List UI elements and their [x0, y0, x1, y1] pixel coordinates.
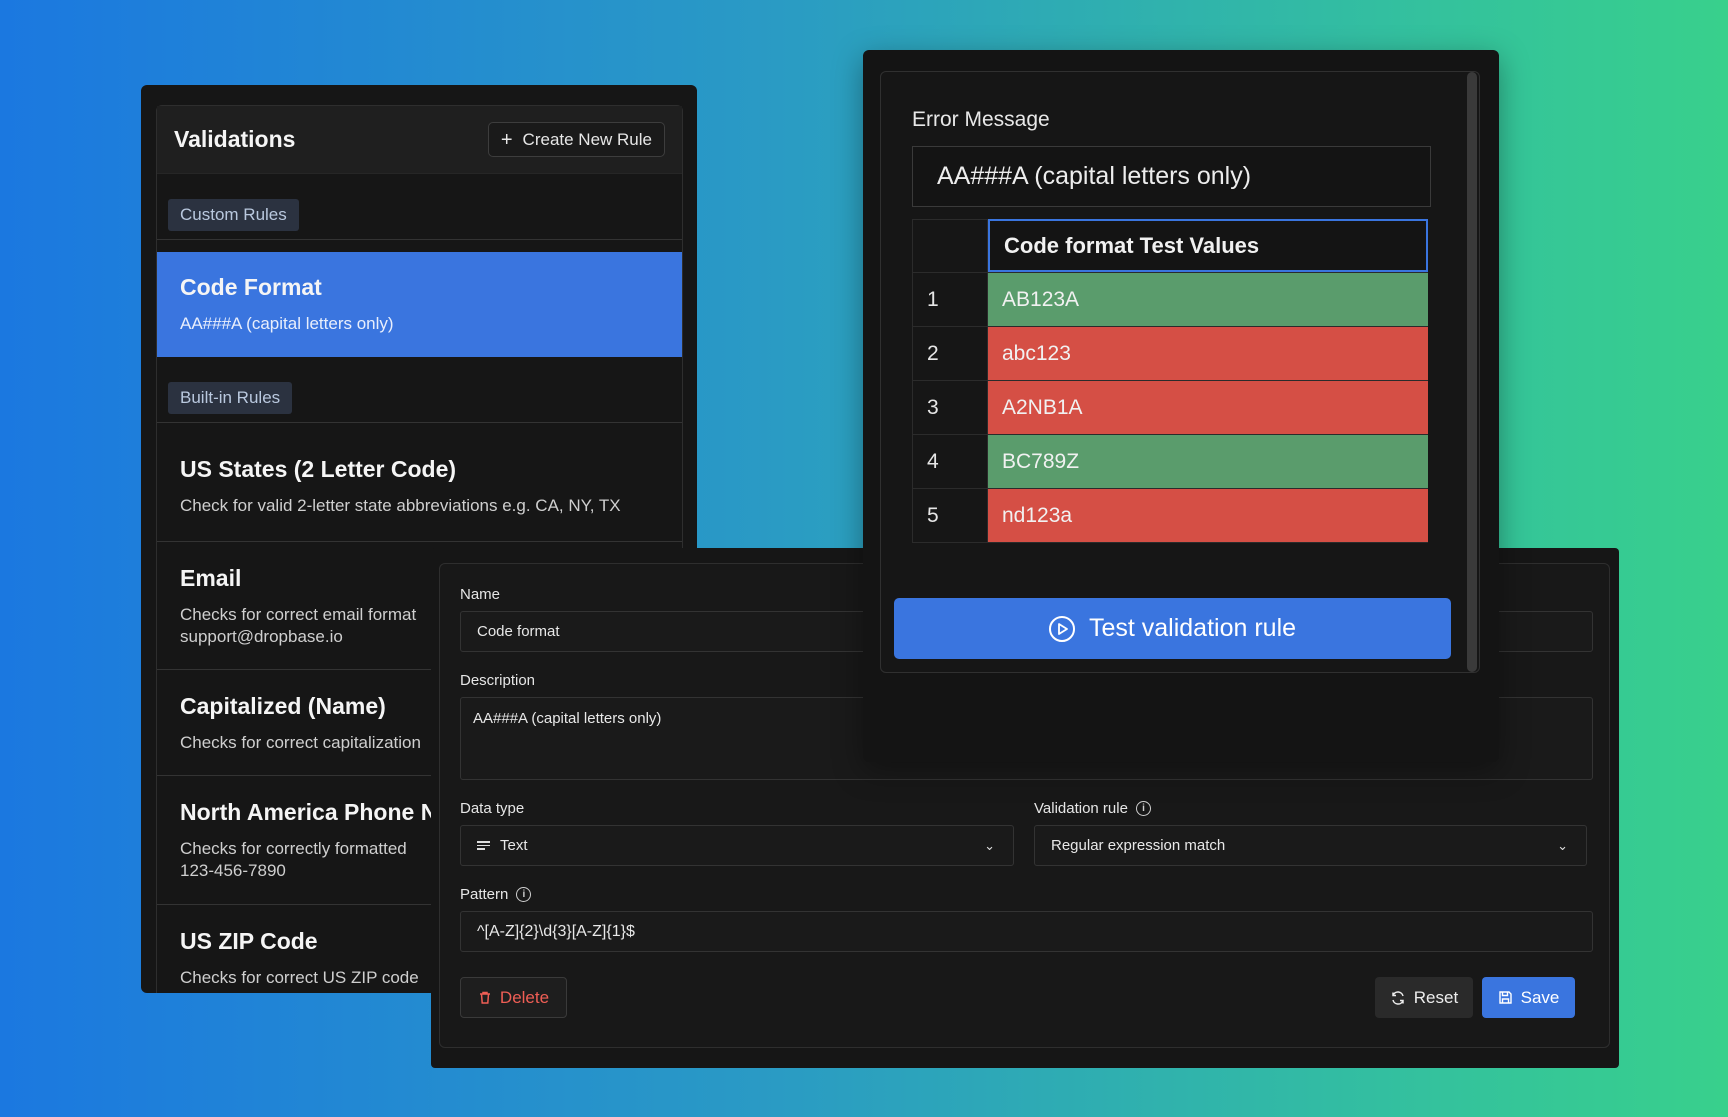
create-new-rule-button[interactable]: + Create New Rule	[487, 122, 665, 157]
test-value-cell[interactable]: BC789Z	[988, 435, 1428, 488]
custom-rules-section: Custom Rules	[157, 174, 682, 240]
validation-rule-label: Validation rule i	[1034, 800, 1151, 817]
row-index: 4	[912, 435, 988, 488]
row-index: 1	[912, 273, 988, 326]
play-icon	[1048, 615, 1075, 642]
pattern-label: Pattern i	[460, 886, 532, 903]
table-row: 3 A2NB1A	[912, 381, 1428, 435]
builtin-rules-section: Built-in Rules	[157, 357, 682, 423]
name-label-text: Name	[460, 586, 501, 603]
plus-icon: +	[500, 128, 513, 151]
validation-rule-select[interactable]: Regular expression match ⌄	[1034, 825, 1587, 866]
description-label: Description	[460, 672, 535, 689]
save-icon	[1498, 991, 1512, 1004]
reset-button[interactable]: Reset	[1375, 977, 1473, 1018]
test-panel: Error Message AA###A (capital letters on…	[863, 50, 1499, 762]
delete-label: Delete	[499, 987, 550, 1007]
pattern-input[interactable]: ^[A-Z]{2}\d{3}[A-Z]{1}$	[460, 911, 1593, 952]
table-row: 2 abc123	[912, 327, 1428, 381]
delete-button[interactable]: Delete	[460, 977, 567, 1018]
rule-name: Code Format	[180, 274, 322, 300]
error-message-value: AA###A (capital letters only)	[937, 162, 1252, 190]
description-label-text: Description	[460, 672, 536, 689]
test-value-cell[interactable]: abc123	[988, 327, 1428, 380]
rule-description: AA###A (capital letters only)	[180, 314, 394, 333]
data-type-label: Data type	[460, 800, 524, 817]
test-panel-inner: Error Message AA###A (capital letters on…	[880, 71, 1480, 673]
test-value-cell[interactable]: A2NB1A	[988, 381, 1428, 434]
validations-title: Validations	[174, 126, 296, 152]
row-index: 5	[912, 489, 988, 542]
validation-rule-label-text: Validation rule	[1034, 800, 1128, 817]
row-index: 2	[912, 327, 988, 380]
rule-item-us-states[interactable]: US States (2 Letter Code) Check for vali…	[157, 423, 682, 542]
refresh-icon	[1392, 990, 1404, 1005]
chevron-down-icon: ⌄	[1557, 837, 1568, 853]
info-icon[interactable]: i	[516, 887, 532, 902]
chevron-down-icon: ⌄	[984, 837, 995, 853]
pattern-input-value: ^[A-Z]{2}\d{3}[A-Z]{1}$	[477, 922, 635, 940]
test-value-cell[interactable]: nd123a	[988, 489, 1428, 542]
table-column-header[interactable]: Code format Test Values	[988, 219, 1428, 272]
validation-rule-value: Regular expression match	[1051, 837, 1226, 854]
name-input-value: Code format	[477, 623, 560, 640]
name-label: Name	[460, 586, 500, 603]
builtin-rules-tag: Built-in Rules	[168, 382, 293, 414]
data-type-value: Text	[500, 837, 528, 854]
save-button[interactable]: Save	[1482, 977, 1575, 1018]
test-values-table: Code format Test Values 1 AB123A 2 abc12…	[912, 219, 1428, 543]
error-message-input[interactable]: AA###A (capital letters only)	[912, 146, 1431, 207]
create-new-rule-label: Create New Rule	[522, 129, 652, 149]
table-header-row: Code format Test Values	[912, 219, 1428, 273]
reset-label: Reset	[1413, 987, 1459, 1007]
table-row: 1 AB123A	[912, 273, 1428, 327]
table-row: 5 nd123a	[912, 489, 1428, 543]
save-label: Save	[1520, 987, 1560, 1007]
rule-name: US States (2 Letter Code)	[180, 456, 457, 482]
test-validation-rule-label: Test validation rule	[1088, 614, 1297, 642]
validations-header: Validations + Create New Rule	[157, 106, 682, 174]
pattern-label-text: Pattern	[460, 886, 509, 903]
test-validation-rule-button[interactable]: Test validation rule	[894, 598, 1451, 659]
scrollbar[interactable]	[1467, 72, 1477, 672]
data-type-select[interactable]: Text ⌄	[460, 825, 1014, 866]
trash-icon	[479, 991, 490, 1004]
custom-rules-tag: Custom Rules	[168, 199, 299, 231]
test-value-cell[interactable]: AB123A	[988, 273, 1428, 326]
rule-item-code-format[interactable]: Code Format AA###A (capital letters only…	[157, 252, 682, 357]
data-type-label-text: Data type	[460, 800, 525, 817]
description-textarea-value: AA###A (capital letters only)	[473, 710, 662, 727]
text-lines-icon	[477, 839, 490, 852]
info-icon[interactable]: i	[1135, 801, 1151, 816]
row-index: 3	[912, 381, 988, 434]
table-index-header	[912, 219, 988, 272]
table-row: 4 BC789Z	[912, 435, 1428, 489]
error-message-label: Error Message	[912, 108, 1050, 131]
rule-description: Check for valid 2-letter state abbreviat…	[180, 496, 621, 515]
